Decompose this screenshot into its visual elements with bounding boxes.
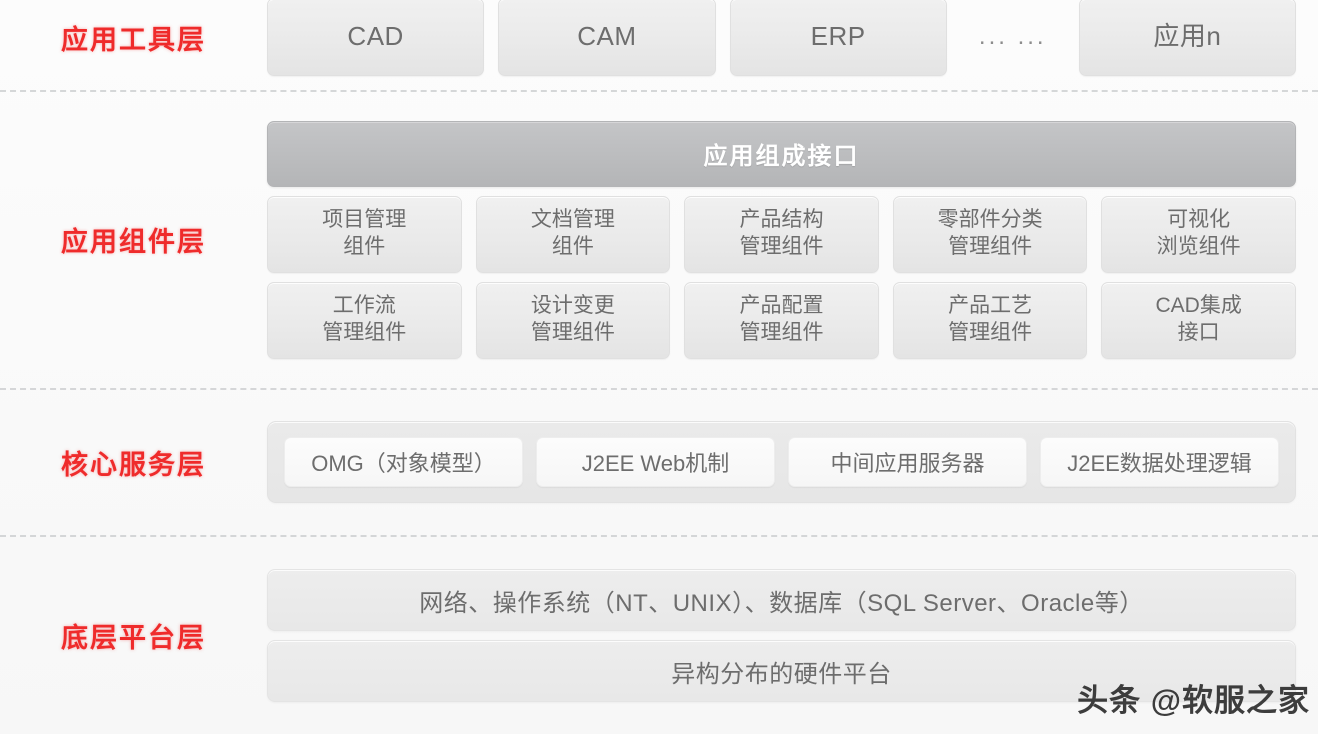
tool-box-cad-label: CAD — [347, 21, 404, 52]
application-composition-interface-bar: 应用组成接口 — [267, 120, 1296, 187]
platform-bar-network-os-database-label: 网络、操作系统（NT、UNIX）、数据库（SQL Server、Oracle等） — [419, 589, 1144, 617]
component-box-visualization-browsing-line1: 可视化 — [1167, 208, 1231, 232]
component-box-cad-integration-interface-line1: CAD集成 — [1155, 294, 1242, 318]
component-box-part-classification-management[interactable]: 零部件分类 管理组件 — [892, 195, 1088, 273]
platform-bar-network-os-database[interactable]: 网络、操作系统（NT、UNIX）、数据库（SQL Server、Oracle等） — [267, 569, 1296, 631]
tool-ellipsis-label: ... ... — [978, 22, 1047, 50]
layer-body-application-tools: CAD CAM ERP ... ... 应用n — [267, 0, 1318, 76]
component-box-product-configuration-management-line1: 产品配置 — [739, 294, 824, 318]
tool-box-application-n[interactable]: 应用n — [1078, 0, 1296, 76]
component-box-product-configuration-management-line2: 管理组件 — [739, 321, 824, 344]
tool-box-cam-label: CAM — [577, 21, 637, 52]
core-box-j2ee-web-mechanism-label: J2EE Web机制 — [581, 451, 730, 476]
core-box-middleware-application-server[interactable]: 中间应用服务器 — [788, 437, 1027, 487]
core-box-j2ee-data-processing-logic[interactable]: J2EE数据处理逻辑 — [1040, 437, 1279, 487]
layer-application-tools: 应用工具层 CAD CAM ERP ... ... 应用n — [0, 0, 1318, 90]
component-box-cad-integration-interface[interactable]: CAD集成 接口 — [1101, 281, 1296, 359]
tool-box-erp[interactable]: ERP — [729, 0, 947, 76]
component-box-visualization-browsing[interactable]: 可视化 浏览组件 — [1101, 195, 1296, 273]
core-box-omg-object-model-label: OMG（对象模型） — [311, 451, 496, 476]
component-box-document-management[interactable]: 文档管理 组件 — [475, 195, 671, 273]
component-box-part-classification-management-line1: 零部件分类 — [937, 208, 1043, 232]
layer-label-base-platform: 底层平台层 — [61, 623, 206, 653]
component-box-workflow-management-line1: 工作流 — [332, 294, 396, 318]
component-box-workflow-management[interactable]: 工作流 管理组件 — [267, 281, 462, 359]
component-box-product-structure-management[interactable]: 产品结构 管理组件 — [684, 195, 879, 273]
layer-body-application-components: 应用组成接口 项目管理 组件 文档管理 组件 产品结构 管理组件 零部件分类 管… — [267, 120, 1318, 359]
platform-bar-heterogeneous-hardware-label: 异构分布的硬件平台 — [671, 660, 892, 688]
layer-body-core-services: OMG（对象模型） J2EE Web机制 中间应用服务器 J2EE数据处理逻辑 — [267, 421, 1318, 503]
component-box-workflow-management-line2: 管理组件 — [322, 321, 407, 344]
watermark: 头条 @软服之家 — [1077, 683, 1310, 718]
component-box-product-process-management[interactable]: 产品工艺 管理组件 — [892, 281, 1088, 359]
application-composition-interface-label: 应用组成接口 — [703, 143, 860, 170]
component-box-visualization-browsing-line2: 浏览组件 — [1156, 235, 1241, 258]
component-box-part-classification-management-line2: 管理组件 — [948, 235, 1033, 258]
tool-box-application-n-label: 应用n — [1153, 21, 1222, 52]
layer-label-core-services: 核心服务层 — [61, 449, 206, 480]
core-box-omg-object-model[interactable]: OMG（对象模型） — [284, 437, 523, 487]
component-box-cad-integration-interface-line2: 接口 — [1177, 321, 1220, 344]
component-box-design-change-management-line2: 管理组件 — [530, 321, 615, 344]
tool-row: CAD CAM ERP ... ... 应用n — [267, 0, 1296, 76]
layer-label-application-tools: 应用工具层 — [61, 24, 206, 55]
component-box-product-configuration-management[interactable]: 产品配置 管理组件 — [684, 281, 879, 359]
core-box-j2ee-web-mechanism[interactable]: J2EE Web机制 — [536, 437, 775, 487]
component-row-2: 工作流 管理组件 设计变更 管理组件 产品配置 管理组件 产品工艺 管理组件 C… — [267, 281, 1296, 359]
component-box-document-management-line2: 组件 — [551, 235, 594, 258]
component-box-project-management-line2: 组件 — [343, 235, 386, 258]
core-services-tray: OMG（对象模型） J2EE Web机制 中间应用服务器 J2EE数据处理逻辑 — [267, 421, 1296, 503]
component-box-design-change-management[interactable]: 设计变更 管理组件 — [475, 281, 671, 359]
core-box-middleware-application-server-label: 中间应用服务器 — [830, 451, 985, 476]
tool-box-cam[interactable]: CAM — [498, 0, 716, 76]
component-box-product-structure-management-line1: 产品结构 — [739, 208, 824, 232]
layer-label-application-components: 应用组件层 — [61, 227, 206, 257]
tool-box-cad[interactable]: CAD — [267, 0, 485, 76]
tool-ellipsis: ... ... — [961, 0, 1065, 76]
component-box-product-structure-management-line2: 管理组件 — [739, 235, 824, 258]
component-box-product-process-management-line2: 管理组件 — [948, 321, 1033, 344]
component-row-1: 项目管理 组件 文档管理 组件 产品结构 管理组件 零部件分类 管理组件 可视化 — [267, 195, 1296, 273]
component-box-design-change-management-line1: 设计变更 — [530, 294, 615, 318]
layer-core-services: 核心服务层 OMG（对象模型） J2EE Web机制 中间应用服务器 J2EE数… — [0, 390, 1318, 534]
component-box-product-process-management-line1: 产品工艺 — [948, 294, 1033, 318]
core-box-j2ee-data-processing-logic-label: J2EE数据处理逻辑 — [1067, 451, 1252, 476]
component-box-project-management[interactable]: 项目管理 组件 — [267, 195, 462, 273]
layer-application-components: 应用组件层 应用组成接口 项目管理 组件 文档管理 组件 产品结构 管理组件 零… — [0, 92, 1318, 387]
component-box-project-management-line1: 项目管理 — [322, 208, 407, 232]
architecture-diagram: 应用工具层 CAD CAM ERP ... ... 应用n 应用组件层 应用组成… — [0, 0, 1318, 734]
component-box-document-management-line1: 文档管理 — [530, 208, 615, 232]
tool-box-erp-label: ERP — [810, 21, 866, 52]
